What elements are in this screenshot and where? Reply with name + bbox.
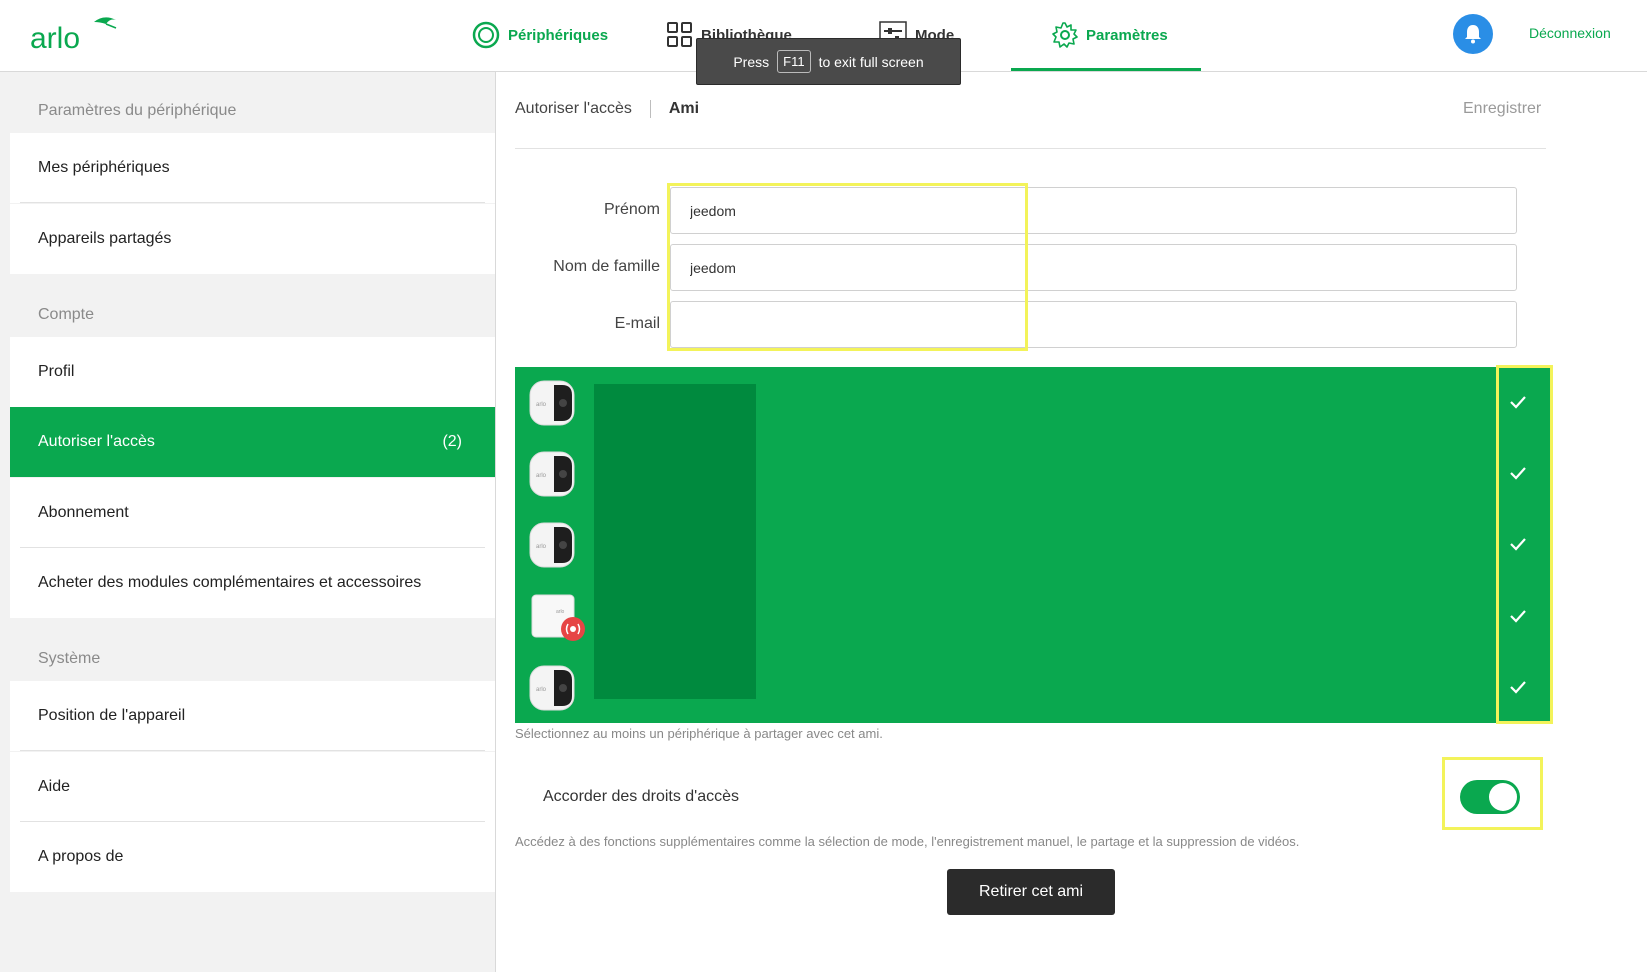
camera-icon: arlo xyxy=(528,664,576,712)
highlight-toggle xyxy=(1442,757,1543,830)
device-row[interactable]: arlo xyxy=(515,652,1551,723)
base-station-icon: arlo xyxy=(528,593,585,641)
sidebar-item-label: Appareils partagés xyxy=(38,230,172,247)
sidebar-item-label: Acheter des modules complémentaires et a… xyxy=(38,574,422,591)
sidebar-item-label: Abonnement xyxy=(38,504,129,521)
fullscreen-toast: Press F11 to exit full screen xyxy=(696,38,961,85)
sidebar-item-label: Profil xyxy=(38,363,75,380)
nav-settings-label: Paramètres xyxy=(1086,26,1168,44)
camera-icon: arlo xyxy=(528,450,576,498)
device-row[interactable]: arlo xyxy=(515,438,1551,509)
camera-icon: arlo xyxy=(528,521,576,569)
gear-icon xyxy=(1052,22,1078,48)
sidebar-item-profile[interactable]: Profil xyxy=(10,337,495,407)
sidebar-item-device-location[interactable]: Position de l'appareil xyxy=(10,681,495,751)
nav-settings[interactable]: Paramètres xyxy=(1052,20,1168,50)
save-button[interactable]: Enregistrer xyxy=(1463,100,1541,118)
sidebar-item-buy-addons[interactable]: Acheter des modules complémentaires et a… xyxy=(10,548,495,618)
device-row[interactable]: arlo xyxy=(515,581,1551,652)
sidebar: Paramètres du périphérique Mes périphéri… xyxy=(0,72,496,972)
remove-friend-button[interactable]: Retirer cet ami xyxy=(947,869,1115,915)
svg-text:arlo: arlo xyxy=(536,402,547,408)
notifications-button[interactable] xyxy=(1453,14,1493,54)
device-row[interactable]: arlo xyxy=(515,509,1551,580)
svg-text:arlo: arlo xyxy=(536,544,547,550)
sidebar-item-label: Aide xyxy=(38,778,71,795)
sidebar-item-label: A propos de xyxy=(38,848,124,865)
sidebar-item-label: Position de l'appareil xyxy=(38,707,186,724)
svg-text:arlo: arlo xyxy=(536,687,547,693)
svg-text:arlo: arlo xyxy=(556,609,565,615)
grant-rights-description: Accédez à des fonctions supplémentaires … xyxy=(515,834,1300,849)
arlo-logo[interactable]: arlo xyxy=(30,12,130,56)
nav-active-underline xyxy=(1011,68,1201,71)
breadcrumb-current: Ami xyxy=(668,100,700,117)
logout-link[interactable]: Déconnexion xyxy=(1529,25,1647,41)
sidebar-item-grant-access[interactable]: Autoriser l'accès (2) xyxy=(10,407,495,477)
section-account: Compte xyxy=(38,306,95,323)
camera-icon: arlo xyxy=(528,379,576,427)
breadcrumb-divider xyxy=(649,100,651,118)
grant-access-count: (2) xyxy=(442,433,462,450)
first-name-label: Prénom xyxy=(603,201,660,218)
toast-press: Press xyxy=(733,53,770,70)
breadcrumb-parent[interactable]: Autoriser l'accès xyxy=(515,100,632,118)
device-share-list: arlo arlo arlo arlo arlo xyxy=(515,367,1551,723)
toast-key: F11 xyxy=(777,50,811,73)
sidebar-item-help[interactable]: Aide xyxy=(10,752,495,822)
header-divider xyxy=(515,148,1546,149)
bell-icon xyxy=(1465,25,1481,44)
device-row[interactable]: arlo xyxy=(515,367,1551,438)
breadcrumb: Autoriser l'accès Ami xyxy=(515,100,699,118)
grant-rights-label: Accorder des droits d'accès xyxy=(543,788,740,805)
devices-ring-icon xyxy=(472,21,500,49)
sidebar-edge xyxy=(0,72,10,972)
section-system: Système xyxy=(38,650,101,667)
sidebar-item-subscription[interactable]: Abonnement xyxy=(10,478,495,548)
nav-devices[interactable]: Périphériques xyxy=(472,20,608,50)
nav-devices-label: Périphériques xyxy=(508,26,609,44)
sidebar-item-about[interactable]: A propos de xyxy=(10,822,495,892)
grid-icon xyxy=(667,22,692,47)
sidebar-item-my-devices[interactable]: Mes périphériques xyxy=(10,133,495,203)
highlight-name-fields xyxy=(667,183,1028,351)
devices-helper-text: Sélectionnez au moins un périphérique à … xyxy=(515,726,883,741)
svg-text:arlo: arlo xyxy=(30,22,80,55)
last-name-label: Nom de famille xyxy=(553,258,660,275)
toast-rest: to exit full screen xyxy=(818,53,924,70)
sidebar-item-shared-devices[interactable]: Appareils partagés xyxy=(10,204,495,274)
svg-text:arlo: arlo xyxy=(536,473,547,479)
email-label: E-mail xyxy=(614,315,660,332)
highlight-checks xyxy=(1496,365,1553,724)
section-device-settings: Paramètres du périphérique xyxy=(38,102,237,119)
sidebar-item-label: Autoriser l'accès xyxy=(38,433,155,450)
sidebar-item-label: Mes périphériques xyxy=(38,159,170,176)
